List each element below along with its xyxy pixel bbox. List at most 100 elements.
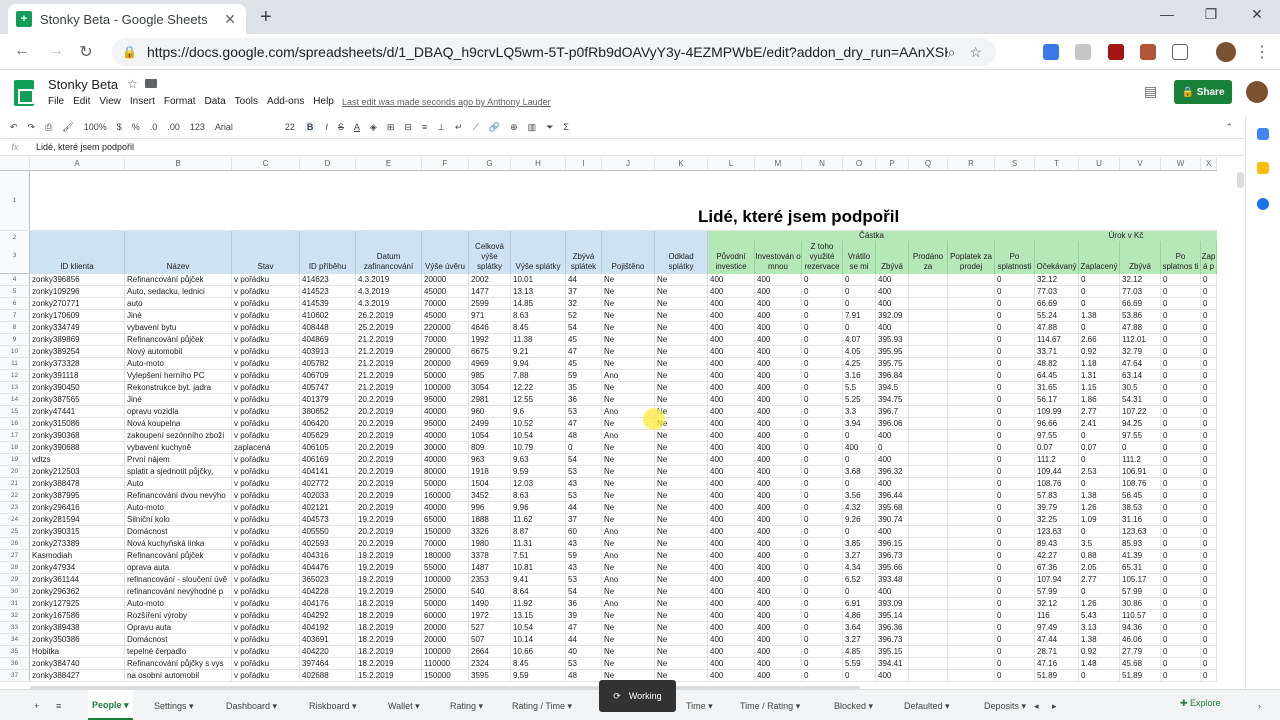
cell[interactable]: 1918: [469, 466, 511, 477]
cell[interactable]: 4.86: [843, 610, 876, 621]
cell[interactable]: zonky47441: [30, 406, 125, 417]
cell[interactable]: 32.12: [1035, 274, 1079, 285]
cell[interactable]: 971: [469, 310, 511, 321]
cell[interactable]: Ne: [655, 322, 708, 333]
cell[interactable]: 400: [876, 274, 909, 285]
cell[interactable]: 400: [876, 298, 909, 309]
cell[interactable]: 400: [876, 670, 909, 681]
cell[interactable]: 100000: [422, 574, 469, 585]
cell[interactable]: 57.99: [1120, 586, 1161, 597]
cell[interactable]: [909, 370, 948, 381]
paint-format-icon[interactable]: 🖌: [62, 122, 73, 133]
cell[interactable]: 396.44: [876, 490, 909, 501]
cell[interactable]: 19.2.2019: [356, 562, 422, 573]
cell[interactable]: 400: [708, 346, 755, 357]
row-number[interactable]: 15: [0, 406, 30, 417]
cell[interactable]: 0: [802, 418, 843, 429]
cell[interactable]: Ne: [655, 442, 708, 453]
cell[interactable]: 404573: [300, 514, 356, 525]
cell[interactable]: 66.69: [1035, 298, 1079, 309]
cell[interactable]: [909, 658, 948, 669]
cell[interactable]: 0: [1079, 526, 1120, 537]
cell[interactable]: 400: [755, 562, 802, 573]
cell[interactable]: 3.64: [843, 622, 876, 633]
cell[interactable]: 400: [708, 502, 755, 513]
cell[interactable]: 20000: [422, 634, 469, 645]
sheet-nav-icon[interactable]: ›: [1254, 696, 1265, 718]
cell[interactable]: 0: [1201, 466, 1217, 477]
row-number[interactable]: 17: [0, 430, 30, 441]
menu-help[interactable]: Help: [313, 96, 334, 107]
increase-decimal-button[interactable]: .00: [167, 122, 180, 132]
menu-addons[interactable]: Add-ons: [267, 96, 304, 107]
window-close-icon[interactable]: ✕: [1242, 6, 1272, 23]
cell[interactable]: [909, 382, 948, 393]
cell[interactable]: 0: [995, 274, 1035, 285]
cell[interactable]: 0: [995, 322, 1035, 333]
cell[interactable]: 31.16: [1120, 514, 1161, 525]
column-header[interactable]: G: [469, 157, 511, 170]
cell[interactable]: 397464: [300, 658, 356, 669]
cell[interactable]: 0: [1079, 298, 1120, 309]
cell[interactable]: 400: [755, 274, 802, 285]
cell[interactable]: 0: [566, 442, 602, 453]
cell[interactable]: 4.3.2019: [356, 286, 422, 297]
cell[interactable]: 56.17: [1035, 394, 1079, 405]
cell[interactable]: 1.38: [1079, 310, 1120, 321]
cell[interactable]: [948, 274, 995, 285]
cell[interactable]: 0: [995, 286, 1035, 297]
cell[interactable]: 0: [843, 478, 876, 489]
cell[interactable]: 0: [1161, 478, 1201, 489]
cell[interactable]: 36: [566, 598, 602, 609]
column-header[interactable]: R: [948, 157, 995, 170]
cell[interactable]: [909, 646, 948, 657]
cell[interactable]: 5.5: [843, 382, 876, 393]
cell[interactable]: 400: [876, 526, 909, 537]
row-number[interactable]: 11: [0, 358, 30, 369]
cell[interactable]: 4.25: [843, 358, 876, 369]
cell[interactable]: 0: [1161, 502, 1201, 513]
cell[interactable]: 0: [1161, 466, 1201, 477]
zoom-search-icon[interactable]: ⌕: [948, 44, 956, 61]
cell[interactable]: [948, 454, 995, 465]
cell[interactable]: 9.6: [511, 406, 566, 417]
menu-view[interactable]: View: [99, 96, 121, 107]
cell[interactable]: 20.2.2019: [356, 526, 422, 537]
cell[interactable]: 400: [755, 286, 802, 297]
sheet-tab[interactable]: Time / Rating ▾: [736, 696, 804, 718]
cell[interactable]: 0: [1201, 370, 1217, 381]
cell[interactable]: zonky212503: [30, 466, 125, 477]
cell[interactable]: Ne: [602, 334, 655, 345]
cell[interactable]: 10.01: [511, 274, 566, 285]
cell[interactable]: 40: [566, 646, 602, 657]
cell[interactable]: 0: [1201, 502, 1217, 513]
cell[interactable]: 108.76: [1035, 478, 1079, 489]
cell[interactable]: Jiné: [125, 310, 232, 321]
reload-icon[interactable]: ↻: [76, 42, 96, 62]
cell[interactable]: v pořádku: [232, 370, 300, 381]
row-number[interactable]: 1: [0, 171, 30, 230]
row-number[interactable]: 5: [0, 286, 30, 297]
cell[interactable]: [909, 442, 948, 453]
cell[interactable]: v pořádku: [232, 550, 300, 561]
row-number[interactable]: 16: [0, 418, 30, 429]
cell[interactable]: 400: [876, 286, 909, 297]
cell[interactable]: 0: [802, 586, 843, 597]
cell[interactable]: 0: [802, 382, 843, 393]
cell[interactable]: 95000: [422, 394, 469, 405]
italic-button[interactable]: I: [325, 122, 328, 132]
column-header[interactable]: X: [1201, 157, 1217, 170]
cell[interactable]: 400: [708, 514, 755, 525]
cell[interactable]: Ne: [655, 574, 708, 585]
cell[interactable]: 27.79: [1120, 646, 1161, 657]
cell[interactable]: 70000: [422, 334, 469, 345]
star-icon[interactable]: ☆: [127, 77, 138, 91]
cell[interactable]: 1.48: [1079, 658, 1120, 669]
cell[interactable]: 31.65: [1035, 382, 1079, 393]
cell[interactable]: [948, 358, 995, 369]
cell[interactable]: 404176: [300, 598, 356, 609]
cell[interactable]: 0: [1201, 562, 1217, 573]
cell[interactable]: 65000: [422, 514, 469, 525]
cell[interactable]: 20000: [422, 274, 469, 285]
cell[interactable]: 0: [1201, 406, 1217, 417]
